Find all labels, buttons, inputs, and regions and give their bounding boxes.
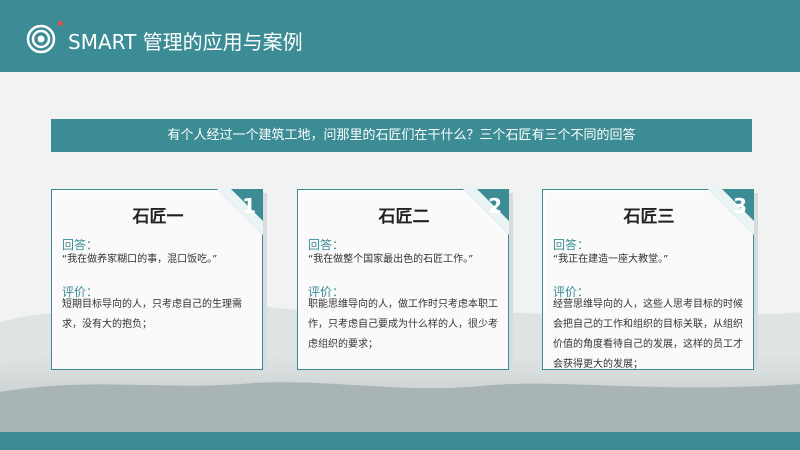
answer-text: “我在做整个国家最出色的石匠工作。”	[308, 254, 474, 265]
card-title: 石匠一	[132, 207, 184, 227]
review-text: 职能思维导向的人，做工作时只考虑本职工作，只考虑自己要成为什么样的人，很少考虑组…	[308, 299, 498, 350]
review-text: 短期目标导向的人，只考虑自己的生理需求，没有大的抱负；	[62, 299, 242, 330]
answer-text: “我在做养家糊口的事，混口饭吃。”	[62, 254, 218, 265]
card-title: 石匠二	[378, 207, 430, 227]
card-title: 石匠三	[623, 207, 675, 227]
footer-bar	[0, 432, 800, 450]
target-icon	[26, 24, 56, 54]
page-title: SMART 管理的应用与案例	[68, 30, 303, 54]
review-text: 经营思维导向的人，这些人思考目标的时候会把自己的工作和组织的目标关联，从组织价值…	[553, 299, 743, 370]
mason-card-1: 1 石匠一 回答： “我在做养家糊口的事，混口饭吃。” 评价： 短期目标导向的人…	[51, 189, 263, 370]
answer-text: “我正在建造一座大教堂。”	[553, 254, 669, 265]
logo-accent-dot	[58, 21, 63, 26]
question-banner: 有个人经过一个建筑工地，问那里的石匠们在干什么？三个石匠有三个不同的回答	[51, 119, 752, 152]
mason-card-2: 2 石匠二 回答： “我在做整个国家最出色的石匠工作。” 评价： 职能思维导向的…	[297, 189, 509, 370]
mason-card-3: 3 石匠三 回答： “我正在建造一座大教堂。” 评价： 经营思维导向的人，这些人…	[542, 189, 754, 370]
